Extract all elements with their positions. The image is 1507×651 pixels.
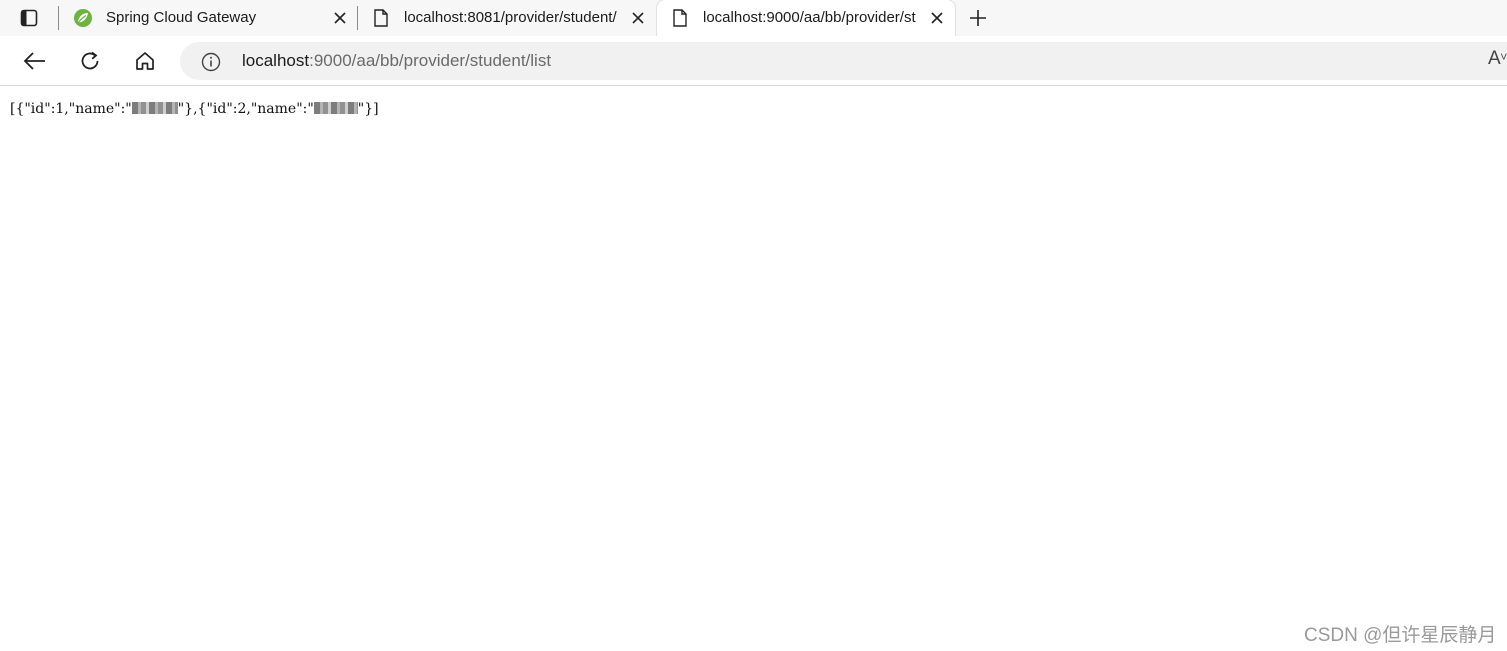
redacted-name — [313, 102, 358, 114]
tab-close-icon[interactable] — [628, 8, 648, 28]
url-text[interactable]: localhost:9000/aa/bb/provider/student/li… — [242, 51, 551, 71]
tab-close-icon[interactable] — [330, 8, 350, 28]
json-text: [{"id":1,"name":" — [10, 101, 132, 117]
browser-toolbar: localhost:9000/aa/bb/provider/student/li… — [0, 36, 1507, 86]
page-icon — [669, 7, 691, 29]
tab-separator — [58, 6, 59, 30]
back-arrow-icon[interactable] — [20, 46, 50, 76]
refresh-icon[interactable] — [75, 46, 105, 76]
json-text: "},{"id":2,"name":" — [177, 101, 314, 117]
tab-spring-cloud-gateway[interactable]: Spring Cloud Gateway — [60, 0, 356, 36]
csdn-watermark: CSDN @但许星辰静月 — [1304, 625, 1497, 646]
redacted-name — [131, 102, 178, 114]
home-icon[interactable] — [130, 46, 160, 76]
tab-title: localhost:9000/aa/bb/provider/st — [703, 9, 916, 26]
spring-leaf-icon — [72, 7, 94, 29]
tab-localhost-9000[interactable]: localhost:9000/aa/bb/provider/st — [657, 0, 955, 36]
json-text: "}] — [357, 101, 379, 117]
json-response: [{"id":1,"name":" "},{"id":2,"name":" "}] — [10, 101, 379, 117]
url-path: :9000/aa/bb/provider/student/list — [309, 51, 552, 70]
tab-title: localhost:8081/provider/student/ — [404, 9, 617, 26]
tab-title: Spring Cloud Gateway — [106, 9, 257, 26]
read-aloud-icon[interactable]: Aⱽ — [1488, 48, 1507, 70]
tab-actions-icon[interactable] — [14, 4, 44, 32]
tab-localhost-8081[interactable]: localhost:8081/provider/student/ — [358, 0, 654, 36]
url-host: localhost — [242, 51, 310, 70]
page-icon — [370, 7, 392, 29]
tab-strip: Spring Cloud Gateway localhost:8081/prov… — [0, 0, 1507, 36]
address-bar[interactable]: localhost:9000/aa/bb/provider/student/li… — [180, 42, 1507, 80]
tab-close-icon[interactable] — [927, 8, 947, 28]
new-tab-icon[interactable] — [964, 4, 992, 32]
info-icon[interactable] — [200, 51, 222, 73]
